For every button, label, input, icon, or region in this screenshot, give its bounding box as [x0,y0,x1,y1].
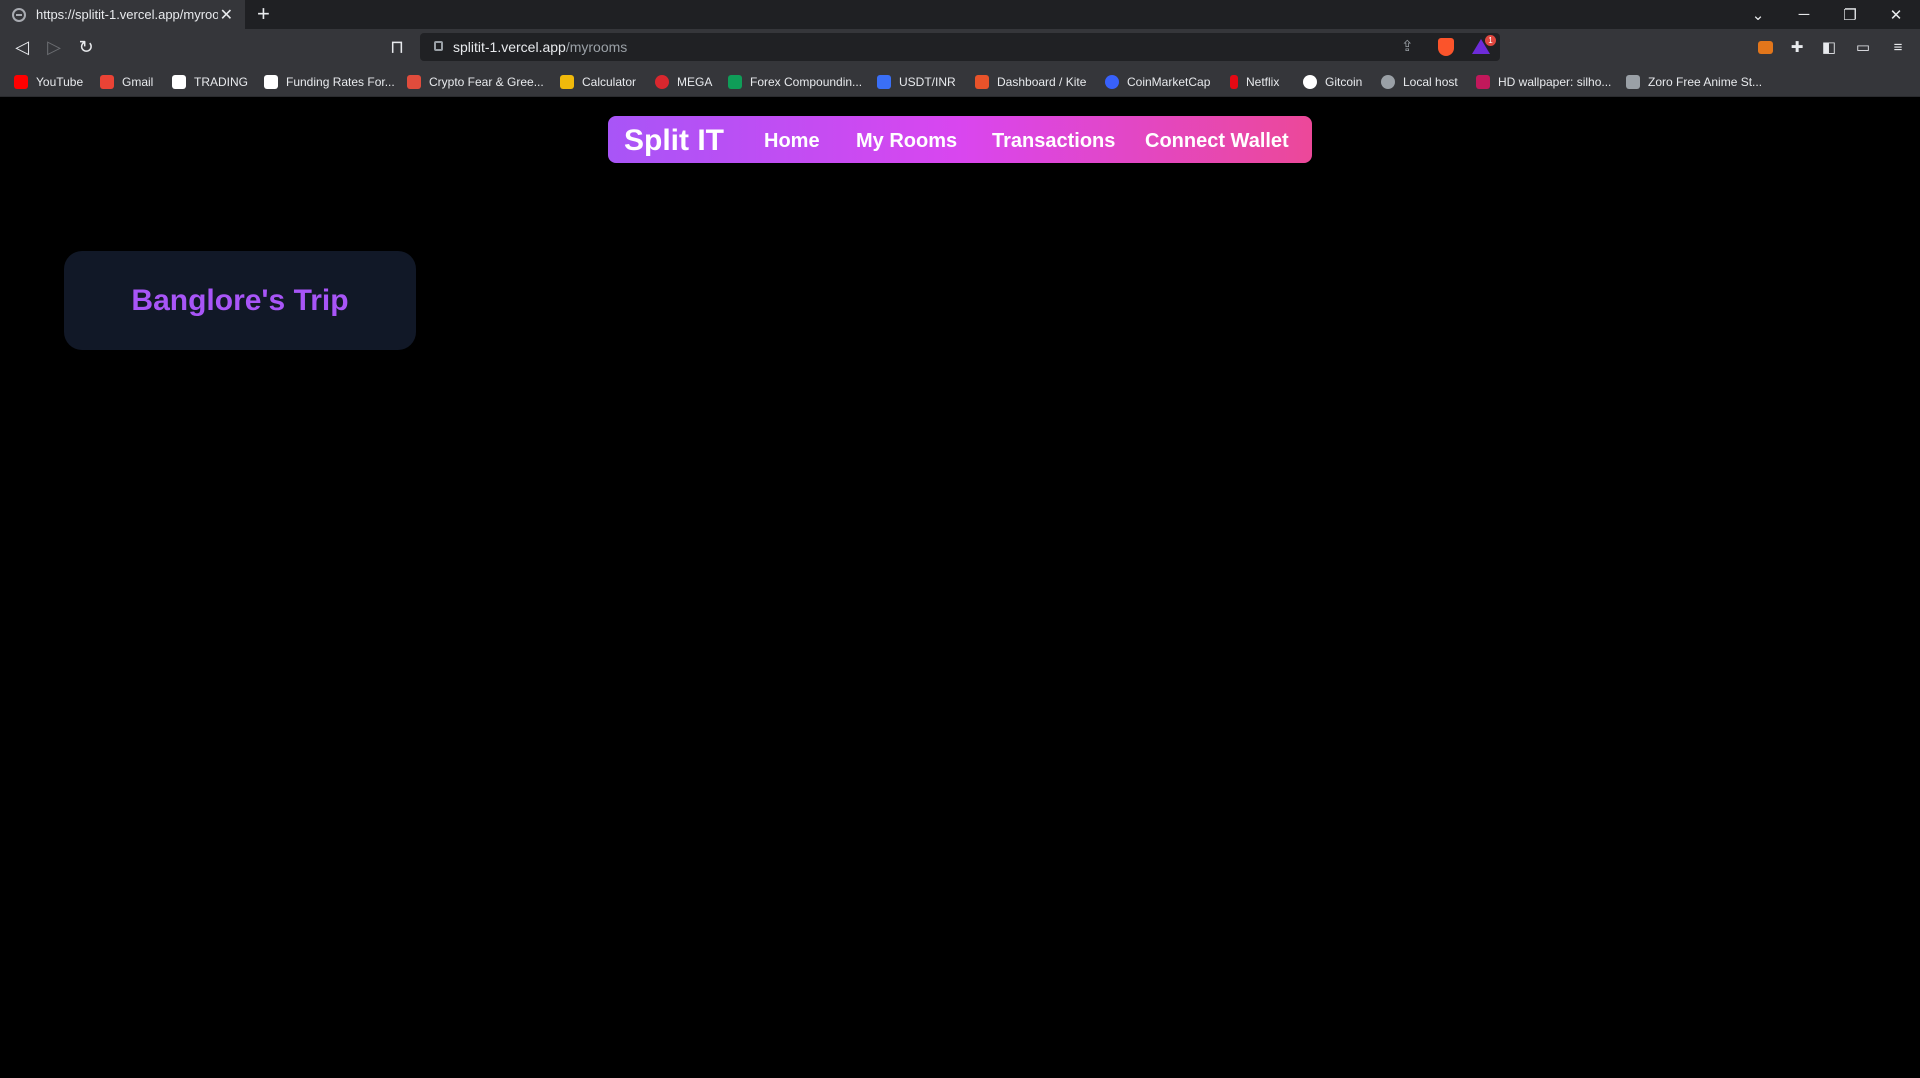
nav-link-my-rooms[interactable]: My Rooms [856,130,957,153]
gmail-icon [100,74,114,89]
site-navbar: Split IT Home My Rooms Transactions Conn… [608,116,1312,163]
reload-icon[interactable]: ↻ [72,29,100,66]
bookmark-gmail[interactable]: Gmail [100,73,153,90]
connect-wallet-button[interactable]: Connect Wallet [1145,130,1289,153]
gitcoin-icon [1303,74,1317,89]
kite-icon [975,74,989,89]
back-icon[interactable]: ◁ [8,29,36,66]
metamask-icon[interactable] [1755,37,1775,57]
sidebar-icon[interactable]: ◧ [1819,37,1839,57]
bookmark-zoro[interactable]: Zoro Free Anime St... [1626,73,1762,90]
wazirx-icon [877,74,891,89]
bookmark-fear-greed[interactable]: Crypto Fear & Gree... [407,73,544,90]
room-card[interactable]: Banglore's Trip [64,251,416,350]
coinmarketcap-icon [1105,74,1119,89]
globe-icon [1381,74,1395,89]
tab-strip: https://splitit-1.vercel.app/myrooms ✕ +… [0,0,1920,29]
wallet-icon[interactable]: ▭ [1853,37,1873,57]
chevron-down-icon[interactable]: ⌄ [1735,0,1781,29]
bookmark-funding-rates[interactable]: Funding Rates For... [264,73,395,90]
fear-greed-icon [407,74,421,89]
bookmark-youtube[interactable]: YouTube [14,73,83,90]
bookmarks-bar: YouTube Gmail TRADING Funding Rates For.… [0,66,1920,97]
close-icon[interactable]: ✕ [220,5,233,25]
globe-icon [12,7,26,22]
minimize-icon[interactable]: ─ [1781,0,1827,29]
tab-title: https://splitit-1.vercel.app/myrooms [36,7,218,22]
bookmark-coinmarketcap[interactable]: CoinMarketCap [1105,73,1210,90]
bookmark-localhost[interactable]: Local host [1381,73,1458,90]
bookmark-trading[interactable]: TRADING [172,73,248,90]
funding-rates-icon [264,74,278,89]
room-title: Banglore's Trip [131,283,349,317]
browser-tab[interactable]: https://splitit-1.vercel.app/myrooms ✕ [0,0,245,29]
bookmark-forex[interactable]: Forex Compoundin... [728,73,862,90]
wallpaper-icon [1476,74,1490,89]
bookmark-icon[interactable]: ⊓ [383,29,411,66]
nav-link-transactions[interactable]: Transactions [992,130,1115,153]
forward-icon[interactable]: ▷ [40,29,68,66]
brand-logo[interactable]: Split IT [624,124,724,158]
brave-shields-icon[interactable] [1438,38,1454,56]
bookmark-usdt-inr[interactable]: USDT/INR [877,73,956,90]
binance-icon [560,74,574,89]
address-bar[interactable]: splitit-1.vercel.app/myrooms ⇪ 1 [420,33,1500,61]
bookmark-wallpaper[interactable]: HD wallpaper: silho... [1476,73,1611,90]
zoro-icon [1626,74,1640,89]
url-text: splitit-1.vercel.app/myrooms [453,39,627,55]
url-host: splitit-1.vercel.app [453,39,566,55]
lock-icon [434,41,443,51]
tradingview-icon [172,74,186,89]
bookmark-kite[interactable]: Dashboard / Kite [975,73,1086,90]
rewards-badge: 1 [1485,35,1496,46]
share-icon[interactable]: ⇪ [1401,37,1414,55]
restore-icon[interactable]: ❐ [1827,0,1873,29]
page-content: Split IT Home My Rooms Transactions Conn… [0,98,1920,1078]
nav-link-home[interactable]: Home [764,130,820,153]
menu-icon[interactable]: ≡ [1888,37,1908,57]
bookmark-gitcoin[interactable]: Gitcoin [1303,73,1362,90]
bookmark-netflix[interactable]: Netflix [1230,73,1279,90]
url-path: /myrooms [565,39,628,55]
youtube-icon [14,74,28,89]
mega-icon [655,74,669,89]
bookmark-mega[interactable]: MEGA [655,73,712,90]
sheets-icon [728,74,742,89]
netflix-icon [1230,74,1238,89]
bookmark-calculator[interactable]: Calculator [560,73,636,90]
plus-icon[interactable]: + [257,1,270,27]
extensions-icon[interactable]: ✚ [1787,37,1807,57]
browser-toolbar: ◁ ▷ ↻ ⊓ splitit-1.vercel.app/myrooms ⇪ 1… [0,29,1920,66]
window-close-icon[interactable]: ✕ [1873,0,1919,29]
